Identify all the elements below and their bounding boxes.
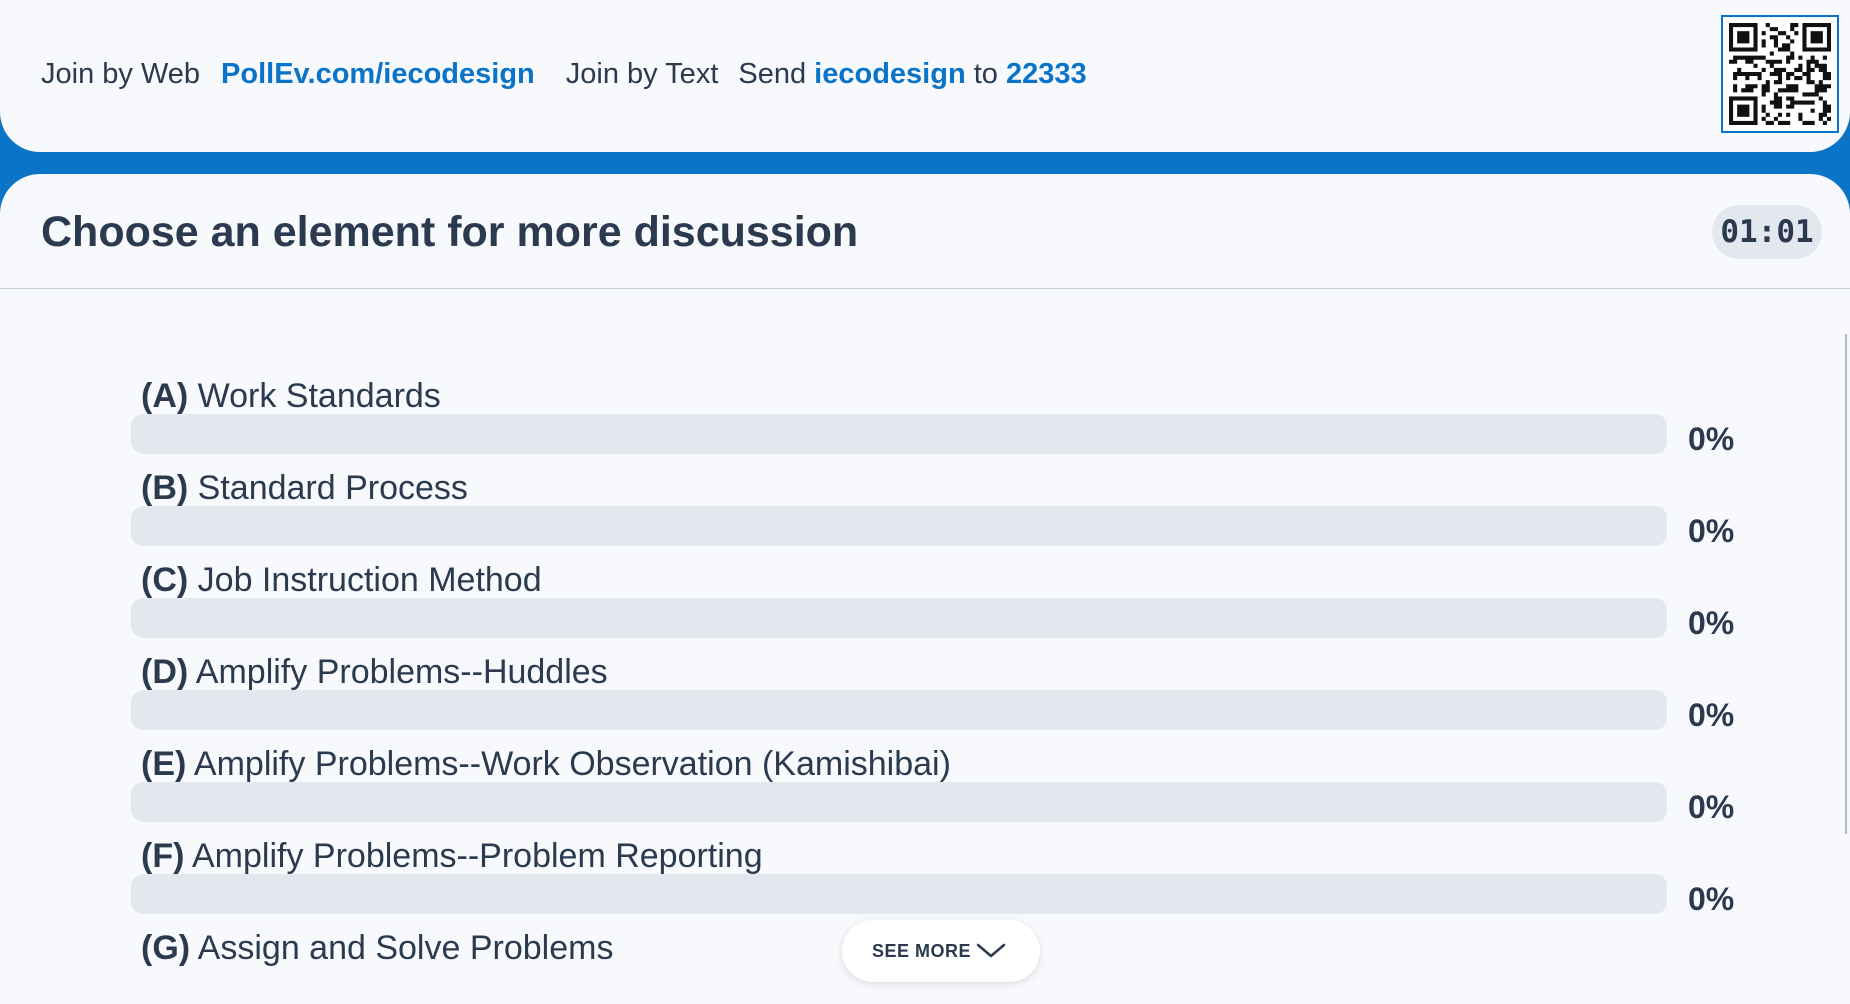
option-label: (G) Assign and Solve Problems xyxy=(141,926,613,970)
option-bar-track xyxy=(131,598,1667,638)
see-more-label: SEE MORE xyxy=(872,941,972,961)
option-bar-track xyxy=(131,874,1667,914)
option-bar-track xyxy=(131,690,1667,730)
qr-code-graphic xyxy=(1729,23,1831,125)
poll-timer: 01:01 xyxy=(1712,205,1822,259)
see-more-button[interactable]: SEE MORE xyxy=(842,920,1040,982)
option-label: (E) Amplify Problems--Work Observation (… xyxy=(141,742,951,786)
option-percent: 0% xyxy=(1688,513,1735,549)
join-instructions-bar: Join by Web PollEv.com/iecodesign Join by … xyxy=(0,0,1850,152)
option-text: Assign and Solve Problems xyxy=(197,929,614,967)
join-web-label: Join by Web xyxy=(41,58,201,90)
poll-title: Choose an element for more discussion xyxy=(41,208,859,256)
join-web-link[interactable]: PollEv.com/iecodesign xyxy=(221,58,535,90)
scrollbar[interactable] xyxy=(1845,334,1847,834)
option-letter: (D) xyxy=(141,653,189,691)
option-letter: (B) xyxy=(141,469,189,507)
option-text: Amplify Problems--Problem Reporting xyxy=(192,837,763,875)
option-label: (D) Amplify Problems--Huddles xyxy=(141,650,608,694)
option-percent: 0% xyxy=(1688,789,1735,825)
option-label: (A) Work Standards xyxy=(141,374,441,418)
option-label: (C) Job Instruction Method xyxy=(141,558,542,602)
option-letter: (A) xyxy=(141,377,189,415)
to-word: to xyxy=(973,58,998,90)
option-label: (F) Amplify Problems--Problem Reporting xyxy=(141,834,763,878)
chevron-down-icon xyxy=(976,943,1006,958)
option-percent: 0% xyxy=(1688,605,1735,641)
option-percent: 0% xyxy=(1688,697,1735,733)
send-word: Send xyxy=(738,58,807,90)
option-text: Work Standards xyxy=(197,377,441,415)
option-letter: (C) xyxy=(141,561,189,599)
option-text: Standard Process xyxy=(197,469,468,507)
join-instructions: Join by Web PollEv.com/iecodesign Join by … xyxy=(41,54,1087,94)
join-keyword: iecodesign xyxy=(814,58,966,90)
option-letter: (F) xyxy=(141,837,185,875)
join-number: 22333 xyxy=(1005,58,1087,90)
join-text-label: Join by Text xyxy=(565,58,719,90)
option-letter: (E) xyxy=(141,745,187,783)
option-text: Amplify Problems--Huddles xyxy=(195,653,608,691)
option-bar-track xyxy=(131,782,1667,822)
option-text: Job Instruction Method xyxy=(197,561,542,599)
qr-code-icon[interactable] xyxy=(1721,15,1839,133)
option-letter: (G) xyxy=(141,929,191,967)
option-label: (B) Standard Process xyxy=(141,466,468,510)
option-text: Amplify Problems--Work Observation (Kami… xyxy=(193,745,951,783)
option-bar-track xyxy=(131,414,1667,454)
option-percent: 0% xyxy=(1688,421,1735,457)
poll-card: Choose an element for more discussion 01… xyxy=(0,174,1850,1004)
divider xyxy=(0,288,1850,289)
option-bar-track xyxy=(131,506,1667,546)
option-percent: 0% xyxy=(1688,881,1735,917)
